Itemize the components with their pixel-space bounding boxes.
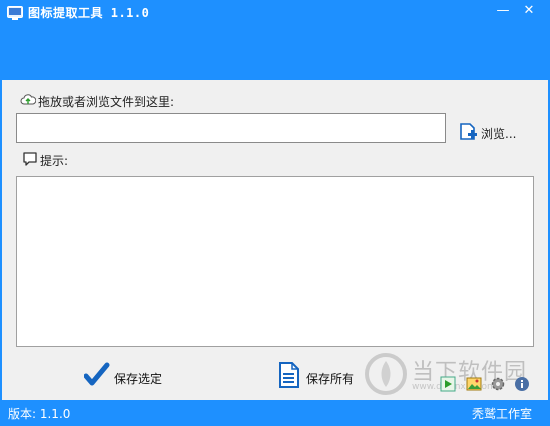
play-icon[interactable]: [440, 376, 456, 392]
save-selected-button[interactable]: 保存选定: [84, 362, 174, 390]
window-title: 图标提取工具 1.1.0: [28, 6, 150, 20]
title-bar[interactable]: 图标提取工具 1.1.0 — ✕: [0, 0, 550, 80]
version-label: 版本: 1.1.0: [8, 407, 71, 421]
add-file-icon: [460, 123, 477, 140]
status-bar: 版本: 1.1.0 秃鹫工作室: [0, 400, 550, 426]
image-icon[interactable]: [466, 376, 482, 392]
gear-icon[interactable]: [490, 376, 506, 392]
browse-label: 浏览...: [481, 127, 517, 141]
checkmark-icon: [84, 362, 110, 386]
info-icon[interactable]: [514, 376, 530, 392]
watermark-logo-icon: [365, 353, 407, 395]
hint-label: 提示:: [40, 154, 69, 168]
speech-bubble-icon: [23, 152, 37, 166]
save-selected-label: 保存选定: [114, 372, 163, 386]
close-button[interactable]: ✕: [518, 2, 540, 20]
app-icon: [7, 6, 23, 20]
save-all-button[interactable]: 保存所有: [278, 362, 368, 390]
hint-textarea[interactable]: [16, 176, 534, 347]
browse-button[interactable]: 浏览...: [458, 120, 538, 144]
drop-label: 拖放或者浏览文件到这里:: [38, 95, 175, 109]
document-icon: [279, 362, 299, 388]
minimize-button[interactable]: —: [492, 2, 514, 20]
file-path-input[interactable]: [16, 113, 446, 143]
studio-label: 秃鹫工作室: [471, 407, 532, 421]
save-all-label: 保存所有: [306, 372, 355, 386]
cloud-icon: [20, 94, 36, 105]
